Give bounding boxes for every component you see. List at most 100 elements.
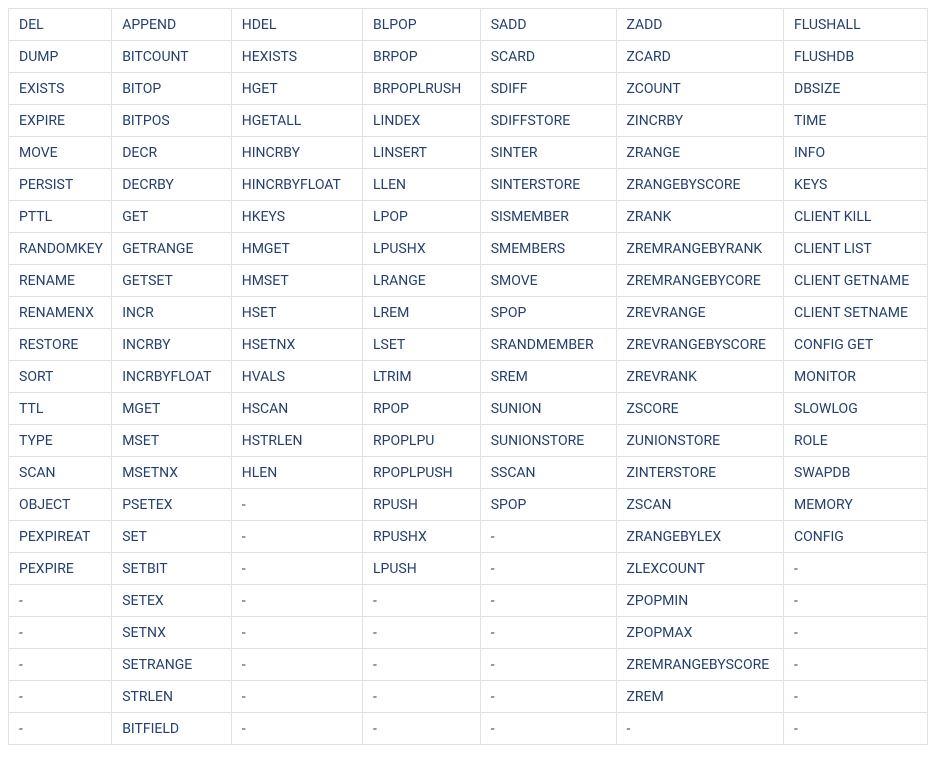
table-cell: SPOP: [480, 297, 616, 329]
table-cell: BITCOUNT: [112, 41, 232, 73]
table-row: TTLMGETHSCANRPOPSUNIONZSCORESLOWLOG: [9, 393, 928, 425]
table-cell: -: [480, 649, 616, 681]
table-cell: ZUNIONSTORE: [616, 425, 784, 457]
table-cell: CLIENT LIST: [784, 233, 928, 265]
table-cell: ZCOUNT: [616, 73, 784, 105]
table-row: -STRLEN---ZREM-: [9, 681, 928, 713]
table-row: EXPIREBITPOSHGETALLLINDEXSDIFFSTOREZINCR…: [9, 105, 928, 137]
table-cell: ZPOPMIN: [616, 585, 784, 617]
table-row: PTTLGETHKEYSLPOPSISMEMBERZRANKCLIENT KIL…: [9, 201, 928, 233]
table-cell: SUNIONSTORE: [480, 425, 616, 457]
table-cell: CONFIG GET: [784, 329, 928, 361]
table-cell: -: [784, 681, 928, 713]
table-cell: FLUSHALL: [784, 9, 928, 41]
table-row: RANDOMKEYGETRANGEHMGETLPUSHXSMEMBERSZREM…: [9, 233, 928, 265]
table-row: RENAMEGETSETHMSETLRANGESMOVEZREMRANGEBYC…: [9, 265, 928, 297]
table-row: -BITFIELD-----: [9, 713, 928, 745]
table-row: RESTOREINCRBYHSETNXLSETSRANDMEMBERZREVRA…: [9, 329, 928, 361]
table-cell: -: [231, 617, 362, 649]
table-cell: ZRANK: [616, 201, 784, 233]
table-cell: SETNX: [112, 617, 232, 649]
table-cell: ZREMRANGEBYSCORE: [616, 649, 784, 681]
table-cell: ZREVRANK: [616, 361, 784, 393]
table-cell: ZINCRBY: [616, 105, 784, 137]
table-cell: SINTER: [480, 137, 616, 169]
table-cell: PTTL: [9, 201, 112, 233]
table-cell: TIME: [784, 105, 928, 137]
table-row: TYPEMSETHSTRLENRPOPLPUSUNIONSTOREZUNIONS…: [9, 425, 928, 457]
table-cell: PERSIST: [9, 169, 112, 201]
table-cell: PEXPIREAT: [9, 521, 112, 553]
table-cell: SADD: [480, 9, 616, 41]
table-cell: SWAPDB: [784, 457, 928, 489]
table-cell: INFO: [784, 137, 928, 169]
table-cell: SISMEMBER: [480, 201, 616, 233]
table-cell: FLUSHDB: [784, 41, 928, 73]
table-cell: SREM: [480, 361, 616, 393]
table-cell: SMOVE: [480, 265, 616, 297]
commands-table: DELAPPENDHDELBLPOPSADDZADDFLUSHALLDUMPBI…: [8, 8, 928, 745]
table-row: PERSISTDECRBYHINCRBYFLOATLLENSINTERSTORE…: [9, 169, 928, 201]
table-cell: -: [9, 713, 112, 745]
table-row: -SETEX---ZPOPMIN-: [9, 585, 928, 617]
table-cell: -: [362, 585, 480, 617]
table-cell: -: [231, 585, 362, 617]
table-cell: BRPOP: [362, 41, 480, 73]
table-cell: HEXISTS: [231, 41, 362, 73]
table-row: OBJECTPSETEX-RPUSHSPOPZSCANMEMORY: [9, 489, 928, 521]
table-cell: RENAME: [9, 265, 112, 297]
table-cell: HKEYS: [231, 201, 362, 233]
table-cell: LPUSH: [362, 553, 480, 585]
table-cell: -: [480, 617, 616, 649]
table-cell: ZLEXCOUNT: [616, 553, 784, 585]
table-cell: SRANDMEMBER: [480, 329, 616, 361]
table-cell: -: [362, 617, 480, 649]
table-cell: HINCRBY: [231, 137, 362, 169]
table-cell: ZPOPMAX: [616, 617, 784, 649]
table-cell: HSETNX: [231, 329, 362, 361]
table-cell: HSCAN: [231, 393, 362, 425]
table-row: RENAMENXINCRHSETLREMSPOPZREVRANGECLIENT …: [9, 297, 928, 329]
table-cell: SETEX: [112, 585, 232, 617]
table-cell: DEL: [9, 9, 112, 41]
table-cell: BITOP: [112, 73, 232, 105]
table-cell: MONITOR: [784, 361, 928, 393]
table-cell: -: [784, 585, 928, 617]
table-cell: ZREVRANGE: [616, 297, 784, 329]
table-cell: ZREVRANGEBYSCORE: [616, 329, 784, 361]
table-cell: EXPIRE: [9, 105, 112, 137]
table-cell: RESTORE: [9, 329, 112, 361]
table-cell: RENAMENX: [9, 297, 112, 329]
table-cell: LLEN: [362, 169, 480, 201]
table-cell: LPOP: [362, 201, 480, 233]
table-cell: HMSET: [231, 265, 362, 297]
table-cell: ZSCORE: [616, 393, 784, 425]
table-cell: SET: [112, 521, 232, 553]
table-cell: LINSERT: [362, 137, 480, 169]
table-cell: RPOPLPU: [362, 425, 480, 457]
table-cell: CLIENT SETNAME: [784, 297, 928, 329]
table-cell: -: [784, 713, 928, 745]
table-cell: SSCAN: [480, 457, 616, 489]
table-cell: HGET: [231, 73, 362, 105]
table-cell: -: [362, 649, 480, 681]
table-cell: ZRANGE: [616, 137, 784, 169]
table-cell: INCR: [112, 297, 232, 329]
table-cell: ZREM: [616, 681, 784, 713]
table-cell: ROLE: [784, 425, 928, 457]
table-cell: -: [231, 681, 362, 713]
table-cell: TYPE: [9, 425, 112, 457]
table-cell: HVALS: [231, 361, 362, 393]
table-cell: SMEMBERS: [480, 233, 616, 265]
table-cell: ZINTERSTORE: [616, 457, 784, 489]
table-cell: ZCARD: [616, 41, 784, 73]
table-cell: RPOPLPUSH: [362, 457, 480, 489]
table-cell: INCRBY: [112, 329, 232, 361]
table-cell: MSET: [112, 425, 232, 457]
table-cell: DECRBY: [112, 169, 232, 201]
table-cell: -: [231, 521, 362, 553]
table-cell: CONFIG: [784, 521, 928, 553]
table-cell: -: [9, 617, 112, 649]
table-row: -SETNX---ZPOPMAX-: [9, 617, 928, 649]
table-cell: ZREMRANGEBYRANK: [616, 233, 784, 265]
